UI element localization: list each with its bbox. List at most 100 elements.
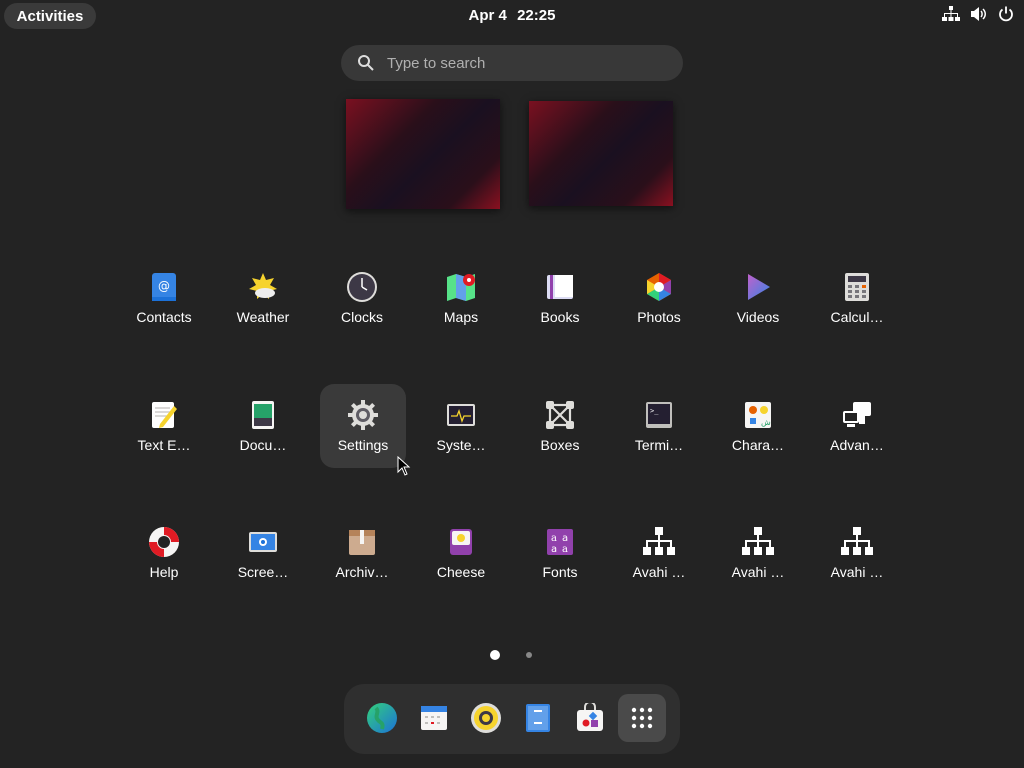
svg-text:a: a	[562, 533, 568, 544]
app-books[interactable]: Books	[517, 256, 603, 340]
app-label: Photos	[637, 309, 681, 325]
app-help[interactable]: Help	[121, 511, 207, 595]
app-photos[interactable]: Photos	[616, 256, 702, 340]
app-fonts[interactable]: aaaa Fonts	[517, 511, 603, 595]
app-terminal[interactable]: >_ Termi…	[616, 384, 702, 468]
system-menu[interactable]	[942, 6, 1014, 22]
app-label: Videos	[736, 309, 780, 325]
app-text-editor[interactable]: Text E…	[121, 384, 207, 468]
terminal-icon: >_	[643, 399, 675, 431]
avahi-icon	[643, 526, 675, 558]
app-label: Cheese	[436, 564, 486, 580]
app-screenshot[interactable]: Scree…	[220, 511, 306, 595]
app-boxes[interactable]: Boxes	[517, 384, 603, 468]
app-label: Contacts	[136, 309, 192, 325]
app-avahi-2[interactable]: Avahi …	[715, 511, 801, 595]
contacts-icon: @	[148, 271, 180, 303]
maps-icon	[445, 271, 477, 303]
calculator-icon	[841, 271, 873, 303]
app-calculator[interactable]: Calcul…	[814, 256, 900, 340]
app-label: Text E…	[137, 437, 191, 453]
advanced-network-icon	[841, 399, 873, 431]
dash-rhythmbox[interactable]	[462, 694, 510, 742]
svg-text:ش: ش	[761, 418, 771, 427]
avahi-icon	[742, 526, 774, 558]
search-icon	[358, 55, 374, 71]
app-contacts[interactable]: @ Contacts	[121, 256, 207, 340]
time-label: 22:25	[517, 7, 556, 24]
volume-icon	[971, 7, 986, 21]
books-icon	[544, 271, 576, 303]
show-apps-icon	[631, 707, 653, 729]
dash-calendar[interactable]	[410, 694, 458, 742]
page-indicator-1[interactable]	[490, 650, 500, 660]
app-label: Settings	[337, 437, 389, 453]
app-avahi-1[interactable]: Avahi …	[616, 511, 702, 595]
app-label: Fonts	[542, 564, 578, 580]
workspace-thumbnail-1[interactable]	[346, 99, 500, 209]
workspace-thumbnail-2[interactable]	[529, 101, 673, 206]
clock-icon	[346, 271, 378, 303]
cheese-icon	[445, 526, 477, 558]
svg-text:>_: >_	[650, 407, 659, 415]
svg-text:a: a	[551, 533, 557, 544]
app-label: Docu…	[239, 437, 287, 453]
app-settings[interactable]: Settings	[320, 384, 406, 468]
app-document-viewer[interactable]: Docu…	[220, 384, 306, 468]
dash-files[interactable]	[514, 694, 562, 742]
weather-icon	[247, 271, 279, 303]
show-apps-button[interactable]	[618, 694, 666, 742]
app-avahi-3[interactable]: Avahi …	[814, 511, 900, 595]
screenshot-icon	[247, 526, 279, 558]
app-label: Termi…	[634, 437, 684, 453]
app-label: Maps	[443, 309, 479, 325]
app-system-monitor[interactable]: Syste…	[418, 384, 504, 468]
power-icon	[999, 6, 1013, 22]
app-label: Weather	[236, 309, 290, 325]
app-label: Chara…	[731, 437, 785, 453]
app-label: Syste…	[436, 437, 486, 453]
app-weather[interactable]: Weather	[220, 256, 306, 340]
files-icon	[526, 704, 550, 732]
dash-software[interactable]	[566, 694, 614, 742]
network-icon	[942, 6, 960, 21]
app-label: Scree…	[237, 564, 289, 580]
svg-text:@: @	[158, 279, 170, 293]
date-label: Apr 4	[468, 7, 507, 24]
help-icon	[148, 526, 180, 558]
boxes-icon	[544, 399, 576, 431]
app-characters[interactable]: ش Chara…	[715, 384, 801, 468]
dash	[344, 684, 680, 754]
calendar-icon	[421, 706, 447, 730]
system-monitor-icon	[445, 399, 477, 431]
app-videos[interactable]: Videos	[715, 256, 801, 340]
settings-icon	[347, 399, 379, 431]
characters-icon: ش	[742, 399, 774, 431]
browser-icon	[367, 703, 397, 733]
page-indicator-2[interactable]	[526, 652, 532, 658]
svg-text:a: a	[551, 544, 557, 555]
archive-manager-icon	[346, 526, 378, 558]
rhythmbox-icon	[471, 703, 501, 733]
app-label: Avahi …	[830, 564, 884, 580]
app-cheese[interactable]: Cheese	[418, 511, 504, 595]
app-label: Avahi …	[632, 564, 686, 580]
avahi-icon	[841, 526, 873, 558]
app-maps[interactable]: Maps	[418, 256, 504, 340]
app-label: Books	[540, 309, 580, 325]
software-icon	[577, 703, 603, 731]
document-viewer-icon	[247, 399, 279, 431]
videos-icon	[742, 271, 774, 303]
app-clocks[interactable]: Clocks	[319, 256, 405, 340]
app-advanced-network[interactable]: Advan…	[814, 384, 900, 468]
photos-icon	[643, 271, 675, 303]
app-label: Help	[149, 564, 179, 580]
clock[interactable]: Apr 4 22:25	[0, 7, 1024, 24]
app-label: Avahi …	[731, 564, 785, 580]
dash-browser[interactable]	[358, 694, 406, 742]
svg-text:a: a	[562, 544, 568, 555]
text-editor-icon	[148, 399, 180, 431]
app-archive-manager[interactable]: Archiv…	[319, 511, 405, 595]
search-bar[interactable]	[341, 45, 683, 81]
search-input[interactable]	[385, 53, 659, 73]
